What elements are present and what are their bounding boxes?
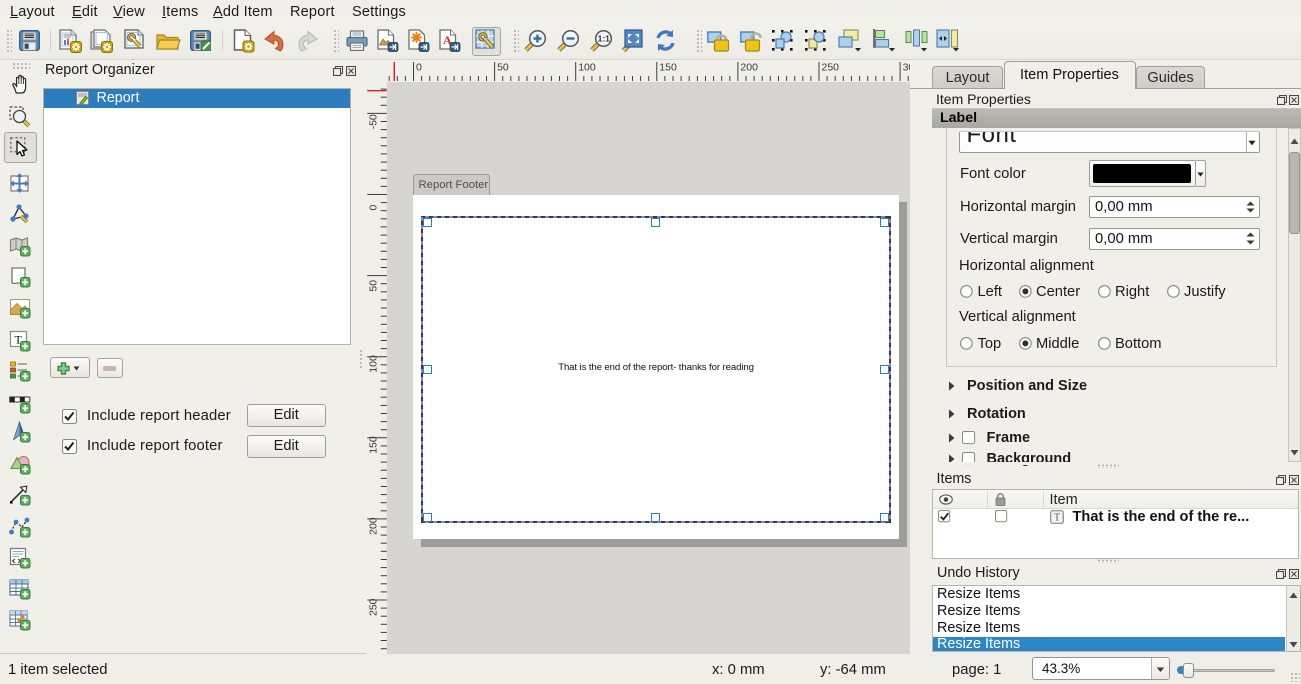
svg-text:200: 200 xyxy=(740,62,758,74)
svg-text:250: 250 xyxy=(822,62,840,74)
svg-text:50: 50 xyxy=(368,280,380,292)
svg-text:300: 300 xyxy=(903,62,910,74)
svg-text:250: 250 xyxy=(368,598,380,616)
svg-text:150: 150 xyxy=(368,436,380,454)
svg-text:100: 100 xyxy=(578,62,596,74)
svg-text:150: 150 xyxy=(659,62,677,74)
svg-text:50: 50 xyxy=(497,62,509,74)
svg-text:1:1: 1:1 xyxy=(598,34,611,44)
svg-text:0: 0 xyxy=(368,205,380,211)
svg-text:0: 0 xyxy=(416,62,422,74)
svg-text:T: T xyxy=(1054,513,1060,524)
svg-text:100: 100 xyxy=(368,355,380,373)
svg-text:-50: -50 xyxy=(368,114,380,129)
svg-text:200: 200 xyxy=(368,517,380,535)
